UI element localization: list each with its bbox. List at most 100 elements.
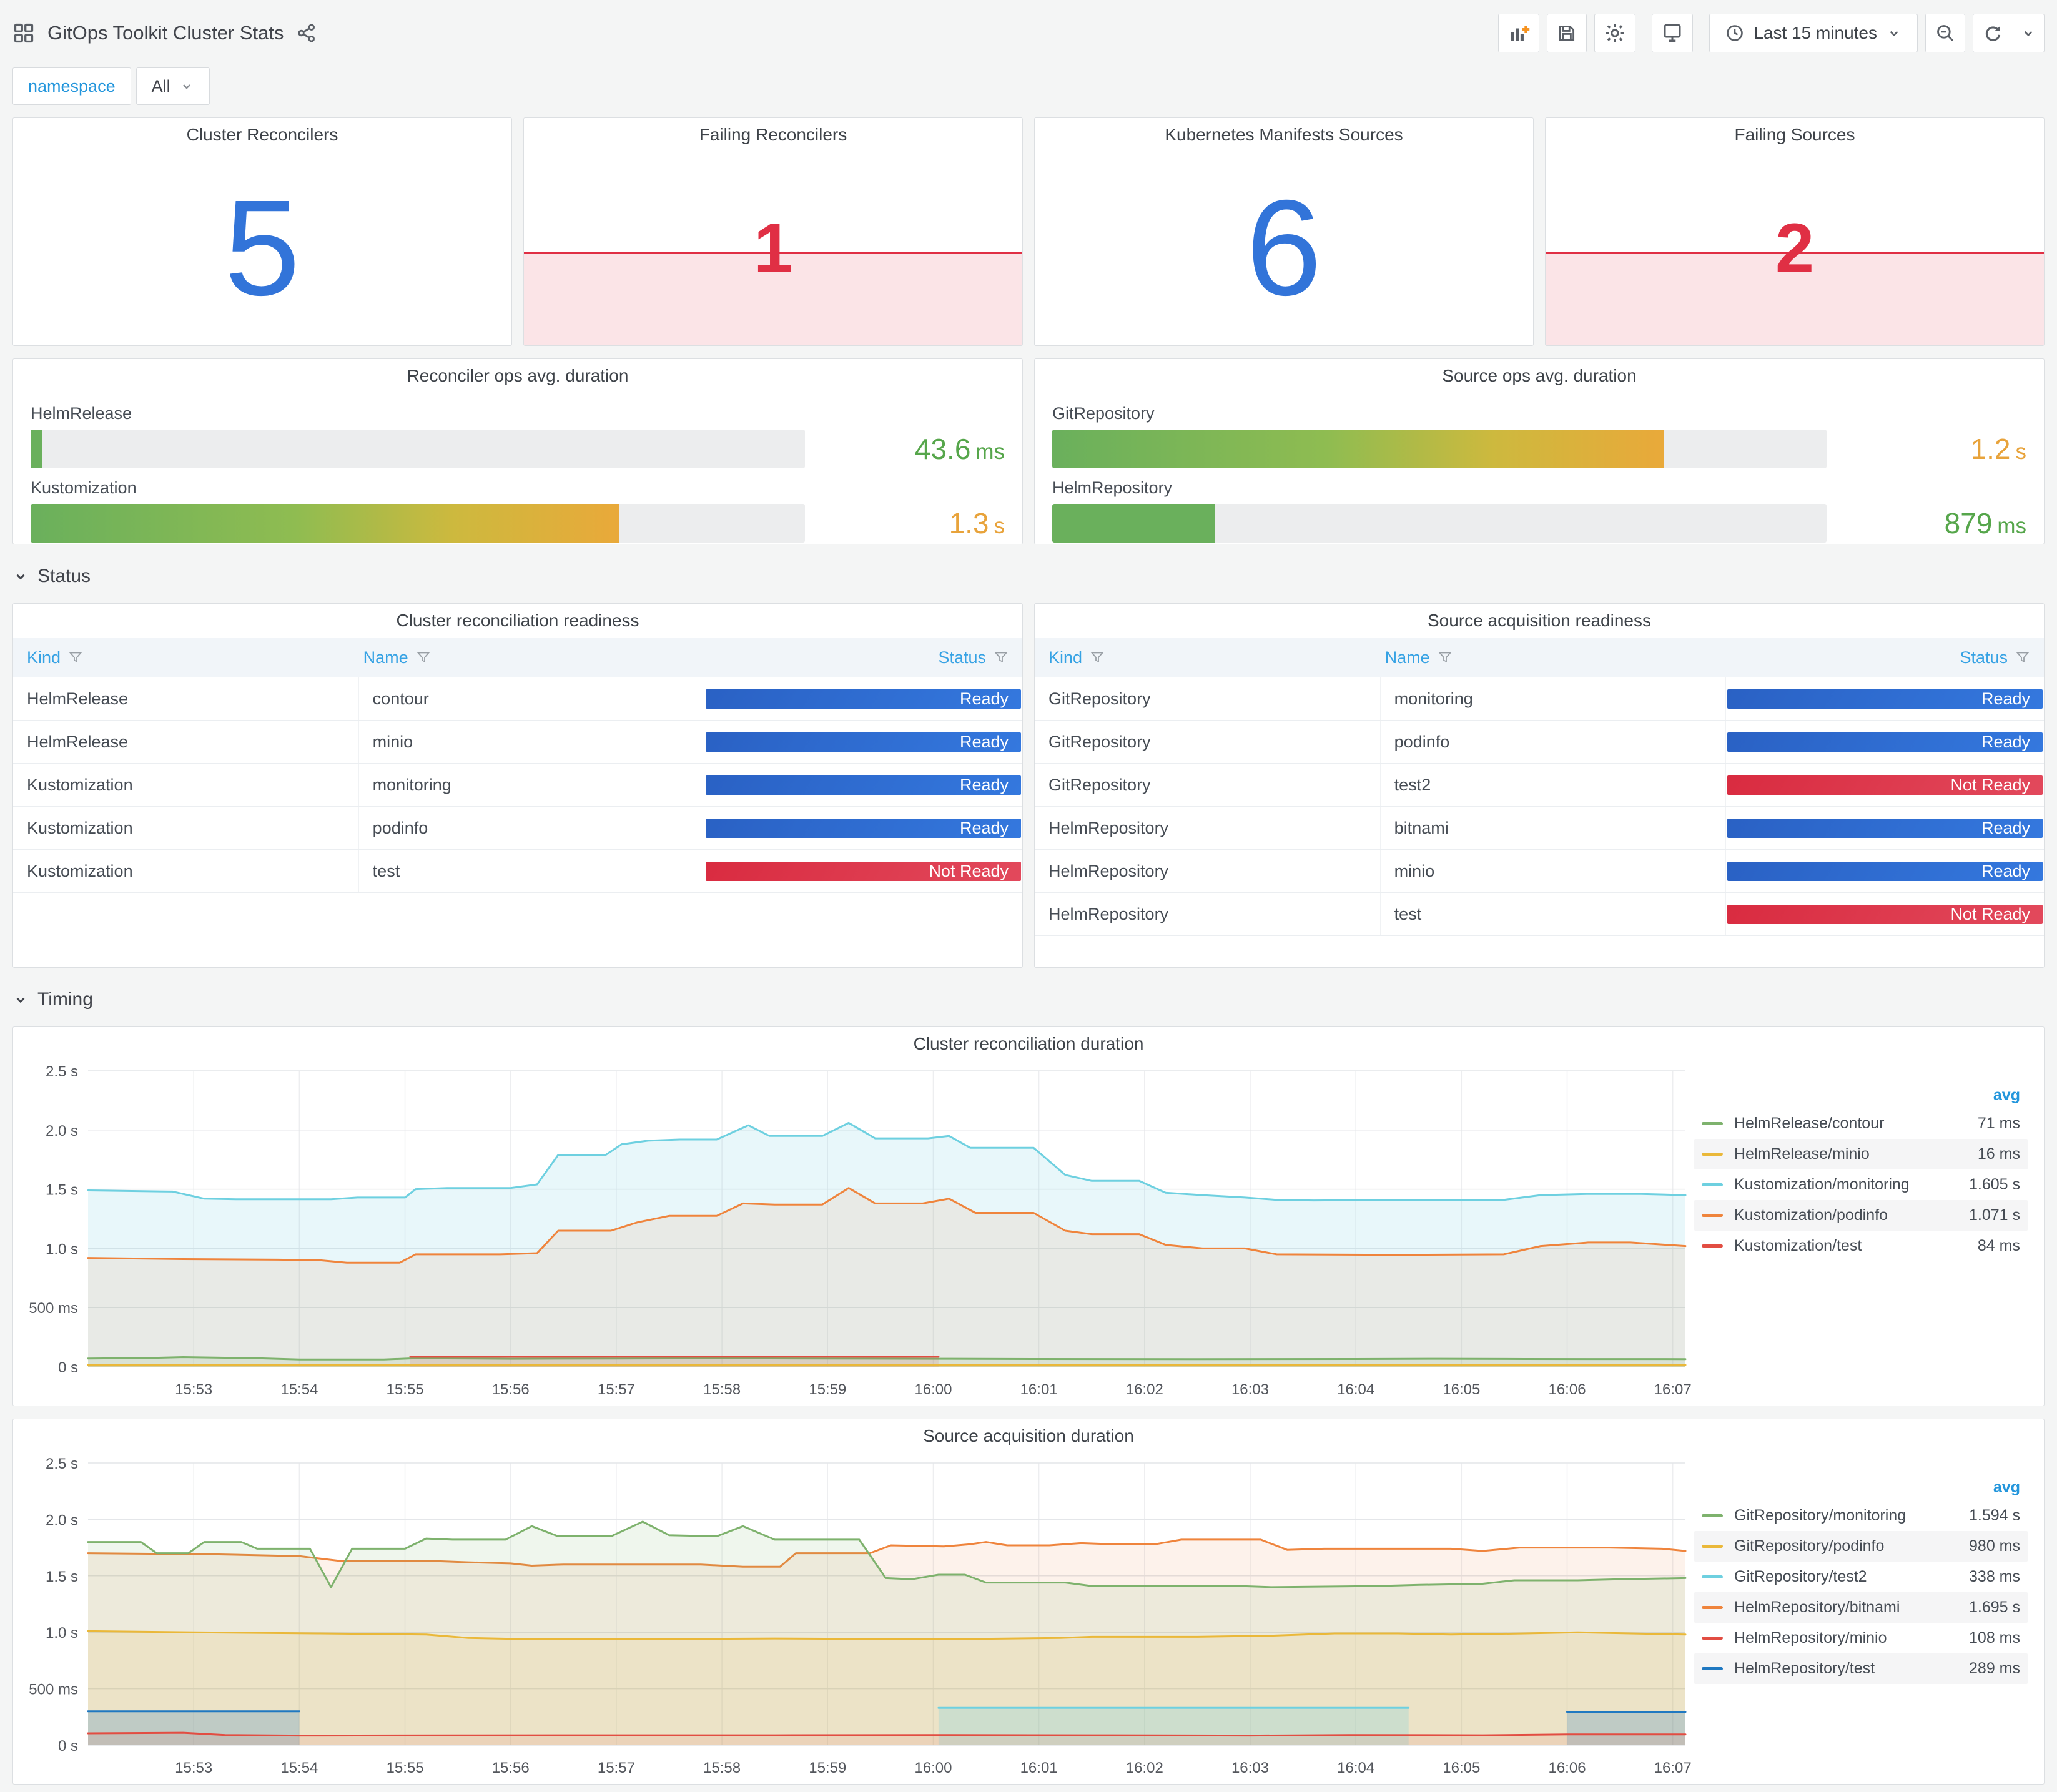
zoom-out-button[interactable] [1925,14,1965,52]
cycle-view-button[interactable] [1652,14,1694,52]
legend-item[interactable]: GitRepository/test2 338 ms [1694,1562,2028,1592]
series-color-dash [1702,1575,1723,1578]
cell-name: contour [359,677,705,720]
column-header[interactable]: Status [686,638,1022,677]
column-header[interactable]: Status [1707,638,2044,677]
cell-kind: HelmRepository [1035,850,1381,892]
legend-item[interactable]: HelmRelease/minio 16 ms [1694,1139,2028,1169]
svg-text:16:01: 16:01 [1020,1760,1058,1776]
status-badge: Ready [706,818,1022,838]
series-label: Kustomization/test [1734,1237,1862,1254]
panel-title[interactable]: Cluster reconciliation duration [13,1027,2044,1061]
time-series-plot[interactable]: 0 s 500 ms 1.0 s 1.5 s 2.0 s 2.5 s 15:53 15:54 1… [13,1453,1694,1784]
legend-item[interactable]: HelmRelease/contour 71 ms [1694,1108,2028,1139]
legend-item[interactable]: GitRepository/monitoring 1.594 s [1694,1500,2028,1531]
filter-funnel-icon[interactable] [1090,650,1105,665]
legend-item[interactable]: HelmRepository/minio 108 ms [1694,1623,2028,1653]
series-avg-value: 1.605 s [1968,1176,2020,1193]
series-label: HelmRelease/contour [1734,1115,1885,1132]
stat-value: 5 [224,172,300,325]
series-avg-value: 1.695 s [1968,1598,2020,1616]
legend-item[interactable]: GitRepository/podinfo 980 ms [1694,1531,2028,1562]
svg-text:16:01: 16:01 [1020,1381,1058,1398]
svg-text:0 s: 0 s [58,1359,78,1376]
cell-status: Ready [704,677,1022,720]
share-icon[interactable] [296,22,317,44]
dashboard-page: GitOps Toolkit Cluster Stats Last 15 min… [0,0,2057,1792]
series-color-dash [1702,1183,1723,1186]
time-range-picker[interactable]: Last 15 minutes [1709,14,1918,52]
dashboard-settings-button[interactable] [1594,14,1636,52]
legend-item[interactable]: HelmRepository/bitnami 1.695 s [1694,1592,2028,1623]
chevron-down-icon [12,992,29,1008]
legend-value-header[interactable]: avg [1694,1474,2028,1500]
section-timing-label: Timing [37,989,93,1010]
stat-panel: Failing Sources 2 [1545,117,2045,346]
legend-item[interactable]: Kustomization/monitoring 1.605 s [1694,1169,2028,1200]
svg-text:15:55: 15:55 [387,1381,424,1398]
clock-icon [1725,23,1745,43]
add-panel-button[interactable] [1498,14,1540,52]
panel-title[interactable]: Failing Reconcilers [524,118,1022,152]
variable-namespace-label[interactable]: namespace [12,67,131,105]
svg-text:1.5 s: 1.5 s [46,1182,78,1199]
legend-item[interactable]: HelmRepository/test 289 ms [1694,1653,2028,1684]
legend-item[interactable]: Kustomization/test 84 ms [1694,1231,2028,1261]
column-header[interactable]: Name [350,638,686,677]
filter-funnel-icon[interactable] [2015,650,2030,665]
cell-name: podinfo [1381,721,1727,763]
series-avg-value: 289 ms [1969,1660,2020,1677]
save-dashboard-button[interactable] [1547,14,1587,52]
svg-text:15:58: 15:58 [703,1381,741,1398]
panel-title[interactable]: Cluster Reconcilers [13,118,511,152]
column-header[interactable]: Name [1371,638,1708,677]
refresh-button[interactable] [1973,14,2013,52]
panel-title[interactable]: Reconciler ops avg. duration [13,359,1022,393]
svg-text:16:04: 16:04 [1337,1381,1374,1398]
cell-name: test [1381,893,1727,935]
cell-kind: HelmRepository [1035,893,1381,935]
cell-kind: Kustomization [13,807,359,849]
series-color-dash [1702,1153,1723,1156]
section-timing[interactable]: Timing [12,985,2045,1014]
gauge-track [31,504,805,543]
status-badge: Not Ready [1727,904,2043,924]
cell-name: minio [359,721,705,763]
filter-funnel-icon[interactable] [1438,650,1453,665]
filter-funnel-icon[interactable] [68,650,83,665]
filter-funnel-icon[interactable] [416,650,431,665]
column-header[interactable]: Kind [1035,638,1371,677]
panel-title[interactable]: Source acquisition duration [13,1419,2044,1453]
cell-status: Not Ready [704,850,1022,892]
cell-name: podinfo [359,807,705,849]
svg-text:15:55: 15:55 [387,1760,424,1776]
cell-status: Ready [1726,807,2044,849]
panel-title[interactable]: Failing Sources [1546,118,2044,152]
chart-row-acquisition: Source acquisition duration 0 s 500 ms 1.0… [12,1419,2045,1785]
panel-title[interactable]: Kubernetes Manifests Sources [1035,118,1533,152]
column-header[interactable]: Kind [13,638,350,677]
page-title: GitOps Toolkit Cluster Stats [47,22,284,44]
panel-title[interactable]: Source acquisition readiness [1035,604,2044,638]
gauge-value: 1.2 s [1970,433,2026,465]
stat-panel: Kubernetes Manifests Sources 6 [1034,117,1534,346]
svg-text:15:57: 15:57 [598,1381,635,1398]
panel-title[interactable]: Cluster reconciliation readiness [13,604,1022,638]
legend-item[interactable]: Kustomization/podinfo 1.071 s [1694,1200,2028,1231]
dashboard-grid-icon[interactable] [12,22,35,44]
time-series-plot[interactable]: 0 s 500 ms 1.0 s 1.5 s 2.0 s 2.5 s 15:53 15:54 1… [13,1061,1694,1406]
variable-namespace-select[interactable]: All [136,67,210,105]
legend-value-header[interactable]: avg [1694,1082,2028,1108]
gauge-label: GitRepository [1052,404,1155,423]
cell-status: Ready [1726,677,2044,720]
panel-title[interactable]: Source ops avg. duration [1035,359,2044,393]
chart-panel-reconciliation: Cluster reconciliation duration 0 s 500 m… [12,1026,2045,1406]
svg-text:15:56: 15:56 [492,1760,530,1776]
svg-text:16:03: 16:03 [1231,1760,1269,1776]
filter-funnel-icon[interactable] [994,650,1009,665]
refresh-interval-button[interactable] [2012,14,2045,52]
series-color-dash [1702,1606,1723,1609]
status-tables-row: Cluster reconciliation readiness Kind Na… [12,603,2045,968]
section-status[interactable]: Status [12,562,2045,591]
chart-legend: avg HelmRelease/contour 71 ms HelmReleas… [1694,1061,2044,1406]
